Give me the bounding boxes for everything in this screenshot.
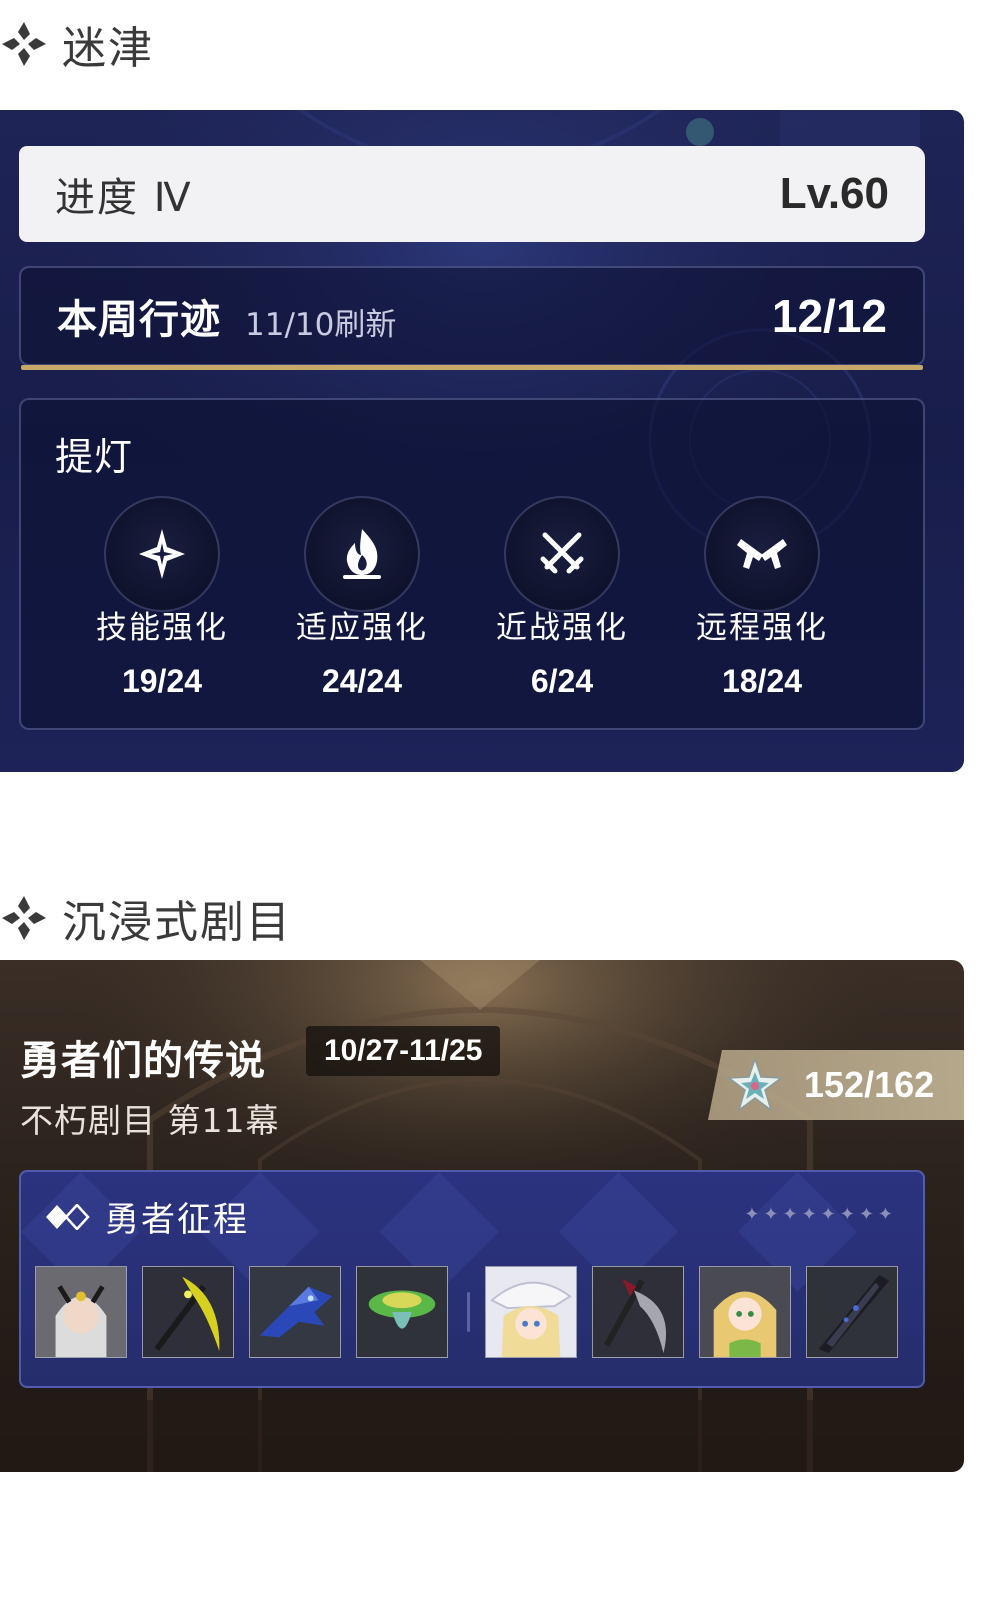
drama-score-badge: 152/162 xyxy=(708,1050,964,1120)
witch-girl-portrait-icon xyxy=(486,1267,576,1357)
section-header-labyrinth: 迷津 xyxy=(0,14,154,74)
section-header-drama: 沉浸式剧目 xyxy=(0,888,292,948)
crystal-star-icon xyxy=(726,1056,784,1112)
lamp-item-label: 适应强化 xyxy=(296,610,428,646)
lamp-item-label: 技能强化 xyxy=(96,610,228,646)
lamp-item-icon-circle xyxy=(304,496,420,612)
lamp-title: 提灯 xyxy=(55,435,134,479)
lamp-item-melee[interactable]: 近战强化 6/24 xyxy=(462,496,662,710)
lamp-item-label: 远程强化 xyxy=(696,610,828,646)
lamp-item-count: 18/24 xyxy=(721,663,803,699)
lamp-item-count: 19/24 xyxy=(121,663,203,699)
yellow-scythe-icon xyxy=(143,1267,233,1357)
lamp-item-icon-circle xyxy=(104,496,220,612)
flame-icon xyxy=(343,529,381,579)
reward-tile[interactable] xyxy=(806,1266,898,1358)
reward-tile[interactable] xyxy=(35,1266,127,1358)
dark-scythe-icon xyxy=(593,1267,683,1357)
weekly-progress-line xyxy=(21,365,923,370)
reward-tile[interactable] xyxy=(485,1266,577,1358)
mushroom-pet-icon xyxy=(357,1267,447,1357)
crossed-swords-icon xyxy=(540,532,584,574)
blue-dragon-weapon-icon xyxy=(250,1267,340,1357)
lamp-item-ranged[interactable]: 远程强化 18/24 xyxy=(662,496,862,710)
sparkle-star-icon xyxy=(139,529,185,579)
reward-separator xyxy=(467,1292,470,1332)
lamp-item-adapt[interactable]: 适应强化 24/24 xyxy=(262,496,462,710)
blonde-girl-portrait-icon xyxy=(700,1267,790,1357)
progress-label: 进度 Ⅳ xyxy=(55,175,193,221)
reward-list xyxy=(35,1266,913,1358)
lamp-item-count: 24/24 xyxy=(321,663,403,699)
level-value: Lv.60 xyxy=(779,169,889,218)
lamp-item-label: 近战强化 xyxy=(496,610,628,646)
lamp-item-icon-circle xyxy=(704,496,820,612)
journey-title: 勇者征程 xyxy=(105,1200,249,1240)
immersive-drama-card[interactable]: 勇者们的传说 10/27-11/25 不朽剧目 第11幕 152/162 勇者征… xyxy=(0,960,964,1472)
pinwheel-logo-icon xyxy=(2,22,46,66)
reward-tile[interactable] xyxy=(142,1266,234,1358)
hero-journey-panel[interactable]: 勇者征程 ✦✦✦✦✦✦✦✦ xyxy=(19,1170,925,1388)
crossed-pistols-icon xyxy=(737,539,787,569)
character-portrait-icon xyxy=(36,1267,126,1357)
progress-bar: 进度 Ⅳ Lv.60 xyxy=(19,146,925,242)
section-title: 沉浸式剧目 xyxy=(62,897,292,948)
reward-tile[interactable] xyxy=(699,1266,791,1358)
section-title: 迷津 xyxy=(62,23,154,74)
greatsword-icon xyxy=(807,1267,897,1357)
lamp-item-count: 6/24 xyxy=(530,663,594,699)
weekly-title: 本周行迹 xyxy=(57,297,221,343)
reward-tile[interactable] xyxy=(592,1266,684,1358)
drama-subtitle: 不朽剧目 第11幕 xyxy=(20,1101,280,1140)
weekly-count: 12/12 xyxy=(771,290,887,342)
drama-title: 勇者们的传说 xyxy=(20,1038,266,1084)
weekly-refresh-date: 11/10刷新 xyxy=(245,306,397,343)
lamp-item-icon-circle xyxy=(504,496,620,612)
drama-score: 152/162 xyxy=(804,1064,935,1105)
reward-tile[interactable] xyxy=(249,1266,341,1358)
drama-date-range: 10/27-11/25 xyxy=(306,1026,501,1076)
decorative-dots: ✦✦✦✦✦✦✦✦ xyxy=(744,1204,897,1225)
reward-tile[interactable] xyxy=(356,1266,448,1358)
lamp-item-skill[interactable]: 技能强化 19/24 xyxy=(62,496,262,710)
double-diamond-icon xyxy=(46,1203,90,1230)
lamp-panel: 提灯 技能强化 19/24 适应强化 24/24 近战强化 6/24 远程强化 … xyxy=(19,398,925,730)
pinwheel-logo-icon xyxy=(2,896,46,940)
weekly-progress-panel[interactable]: 本周行迹 11/10刷新 12/12 xyxy=(19,266,925,370)
labyrinth-card[interactable]: 进度 Ⅳ Lv.60 本周行迹 11/10刷新 12/12 提灯 技能强化 19… xyxy=(0,110,964,772)
